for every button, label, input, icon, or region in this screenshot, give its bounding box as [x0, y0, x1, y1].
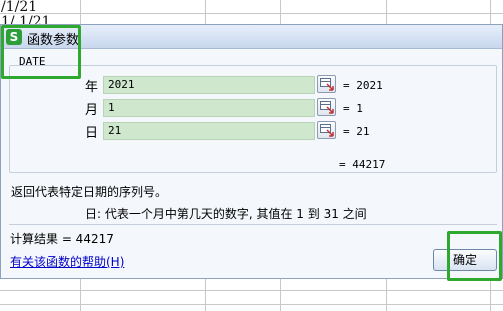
range-select-icon — [320, 78, 334, 91]
highlight-box-ok — [447, 231, 502, 281]
grid-line — [0, 13, 503, 14]
arg-input-year[interactable]: 2021 — [103, 76, 315, 94]
arg-label-year: 年 — [85, 80, 99, 95]
arg-result-month: = 1 — [343, 102, 363, 115]
arg-input-month[interactable]: 1 — [103, 99, 315, 117]
ref-button-year[interactable] — [317, 75, 336, 93]
divider — [9, 224, 497, 225]
highlight-box-title — [1, 25, 81, 79]
arg-result-year: = 2021 — [343, 79, 383, 92]
arg-input-day[interactable]: 21 — [103, 122, 315, 140]
arg-label-month: 月 — [85, 103, 99, 118]
range-select-icon — [320, 101, 334, 114]
parameter-description: 日: 代表一个月中第几天的数字, 其值在 1 到 31 之间 — [85, 207, 367, 221]
function-arguments-dialog: S 函数参数 DATE 年 2021 = 2021 月 1 = 1 日 21 =… — [0, 24, 503, 281]
ref-button-day[interactable] — [317, 121, 336, 139]
calculation-result: 计算结果 = 44217 — [10, 232, 114, 246]
grid-line — [0, 304, 503, 305]
arg-result-day: = 21 — [343, 125, 370, 138]
arg-label-day: 日 — [85, 126, 99, 141]
function-description: 返回代表特定日期的序列号。 — [11, 185, 168, 199]
function-help-link[interactable]: 有关该函数的帮助(H) — [10, 253, 124, 270]
ref-button-month[interactable] — [317, 98, 336, 116]
range-select-icon — [320, 124, 334, 137]
grid-line — [0, 290, 503, 291]
formula-result: = 44217 — [339, 158, 386, 171]
